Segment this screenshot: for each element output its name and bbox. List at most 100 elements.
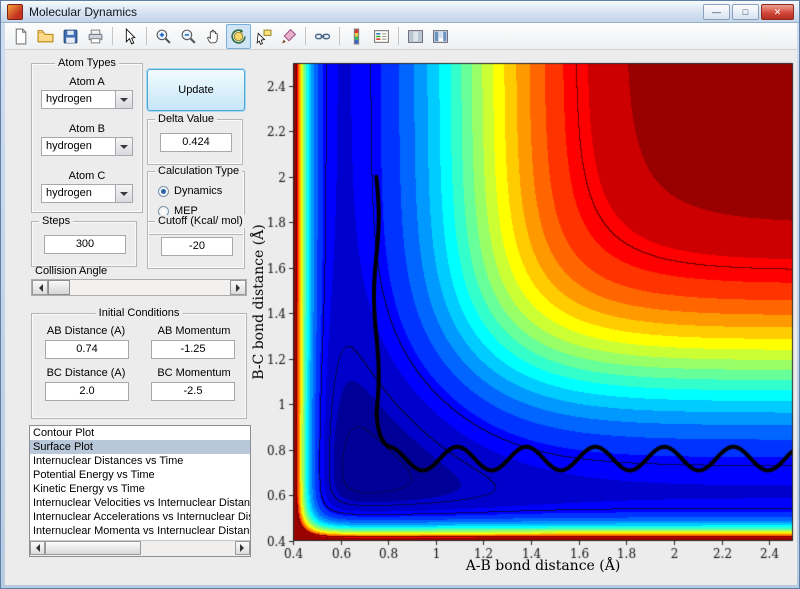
steps-input[interactable]: 300 [44, 235, 126, 254]
link-plot-button[interactable] [310, 24, 335, 49]
list-item-selected[interactable]: Surface Plot [30, 440, 250, 454]
app-window: Molecular Dynamics — □ ✕ Atom Types Atom… [0, 0, 800, 589]
colorbar-icon [353, 28, 360, 44]
ab-distance-input[interactable]: 0.74 [45, 340, 129, 359]
list-item[interactable]: Internuclear Momenta vs Internuclear Dis… [30, 524, 250, 538]
list-item[interactable]: Internuclear Velocities vs Internuclear … [30, 496, 250, 510]
brush-data-button[interactable] [276, 24, 301, 49]
link-chain-icon [314, 33, 331, 39]
insert-colorbar-button[interactable] [344, 24, 369, 49]
print-figure-button[interactable] [83, 24, 108, 49]
panel-title: Initial Conditions [95, 307, 183, 320]
title-bar: Molecular Dynamics — □ ✕ [1, 1, 799, 23]
edit-plot-button[interactable] [117, 24, 142, 49]
toolbar-separator [112, 27, 113, 45]
bc-distance-label: BC Distance (A) [46, 367, 126, 379]
new-figure-button[interactable] [8, 24, 33, 49]
atom-a-value: hydrogen [46, 93, 92, 105]
radio-selected-icon [158, 185, 169, 197]
radio-dynamics[interactable]: Dynamics [158, 185, 222, 197]
arrow-right-icon [235, 283, 244, 292]
app-icon [7, 3, 23, 20]
plot-area: A-B bond distance (Å) B-C bond distance … [247, 53, 797, 581]
zoom-in-button[interactable] [151, 24, 176, 49]
chevron-down-icon [120, 97, 128, 106]
update-button[interactable]: Update [147, 69, 245, 111]
list-item[interactable]: Kinetic Energy vs Time [30, 482, 250, 496]
zoom-out-icon [181, 29, 196, 44]
atom-c-value: hydrogen [46, 187, 92, 199]
figure-client-area: Atom Types Atom A hydrogen Atom B hydrog… [5, 23, 797, 585]
slider-right-arrow-button[interactable] [230, 280, 246, 295]
panel-title: Steps [39, 215, 74, 228]
bc-momentum-input[interactable]: -2.5 [151, 382, 235, 401]
bc-momentum-label: BC Momentum [157, 367, 231, 379]
atom-types-panel: Atom Types Atom A hydrogen Atom B hydrog… [31, 57, 143, 213]
atom-b-select[interactable]: hydrogen [41, 137, 133, 156]
atom-c-select[interactable]: hydrogen [41, 184, 133, 203]
hide-plot-tools-button[interactable] [403, 24, 428, 49]
slider-left-arrow-button[interactable] [32, 280, 48, 295]
atom-b-label: Atom B [68, 123, 106, 135]
maximize-button[interactable]: □ [732, 4, 759, 20]
save-figure-button[interactable] [58, 24, 83, 49]
minimize-button[interactable]: — [703, 4, 730, 20]
delta-value-panel: Delta Value 0.424 [147, 113, 243, 165]
rotate-3d-icon [231, 28, 246, 44]
slider-thumb[interactable] [48, 280, 70, 295]
legend-icon [374, 29, 389, 43]
figure-toolbar [5, 23, 797, 50]
pes-contour-plot-canvas[interactable] [247, 53, 797, 581]
zoom-out-button[interactable] [176, 24, 201, 49]
zoom-in-icon [156, 29, 171, 44]
ab-momentum-input[interactable]: -1.25 [151, 340, 235, 359]
initial-conditions-panel: Initial Conditions AB Distance (A) AB Mo… [31, 307, 247, 419]
list-item[interactable]: Internuclear Distances vs Time [30, 454, 250, 468]
horizontal-scrollbar[interactable] [30, 540, 250, 556]
plot-tools-show-icon [433, 29, 448, 43]
scrollbar-thumb[interactable] [45, 541, 141, 555]
steps-panel: Steps 300 [31, 215, 137, 267]
delta-value-input[interactable]: 0.424 [160, 133, 232, 152]
atom-c-label: Atom C [68, 170, 106, 182]
new-document-icon [15, 28, 27, 44]
panel-title: Cutoff (Kcal/ mol) [155, 215, 246, 228]
insert-legend-button[interactable] [369, 24, 394, 49]
plot-type-listbox[interactable]: Contour Plot Surface Plot Internuclear D… [29, 425, 251, 557]
chevron-down-icon [120, 144, 128, 153]
combo-arrow-button[interactable] [115, 138, 132, 155]
panel-title: Atom Types [55, 57, 119, 70]
chevron-down-icon [120, 191, 128, 200]
panel-title: Delta Value [155, 113, 218, 126]
collision-angle-label: Collision Angle [35, 265, 108, 277]
atom-a-label: Atom A [69, 76, 105, 88]
arrow-left-icon [35, 283, 43, 292]
radio-dynamics-label: Dynamics [174, 185, 223, 197]
toolbar-separator [398, 27, 399, 45]
atom-b-value: hydrogen [46, 140, 92, 152]
close-button[interactable]: ✕ [761, 4, 794, 20]
pan-button[interactable] [201, 24, 226, 49]
list-item[interactable]: Potential Energy vs Time [30, 468, 250, 482]
open-file-button[interactable] [33, 24, 58, 49]
collision-angle-slider[interactable] [31, 279, 247, 296]
printer-icon [88, 29, 103, 43]
scroll-left-button[interactable] [30, 541, 45, 555]
panel-title: Calculation Type [155, 165, 243, 178]
data-cursor-button[interactable] [251, 24, 276, 49]
atom-a-select[interactable]: hydrogen [41, 90, 133, 109]
cutoff-panel: Cutoff (Kcal/ mol) -20 [147, 215, 246, 269]
bc-distance-input[interactable]: 2.0 [45, 382, 129, 401]
combo-arrow-button[interactable] [115, 91, 132, 108]
cutoff-input[interactable]: -20 [161, 237, 233, 256]
list-item[interactable]: Internuclear Accelerations vs Internucle… [30, 510, 250, 524]
pointer-arrow-icon [125, 27, 136, 45]
ab-momentum-label: AB Momentum [157, 325, 231, 337]
combo-arrow-button[interactable] [115, 185, 132, 202]
list-item[interactable]: Contour Plot [30, 426, 250, 440]
save-floppy-icon [63, 29, 78, 43]
toolbar-separator [305, 27, 306, 45]
show-plot-tools-button[interactable] [428, 24, 453, 49]
open-folder-icon [37, 29, 54, 42]
rotate-3d-button[interactable] [226, 23, 251, 49]
